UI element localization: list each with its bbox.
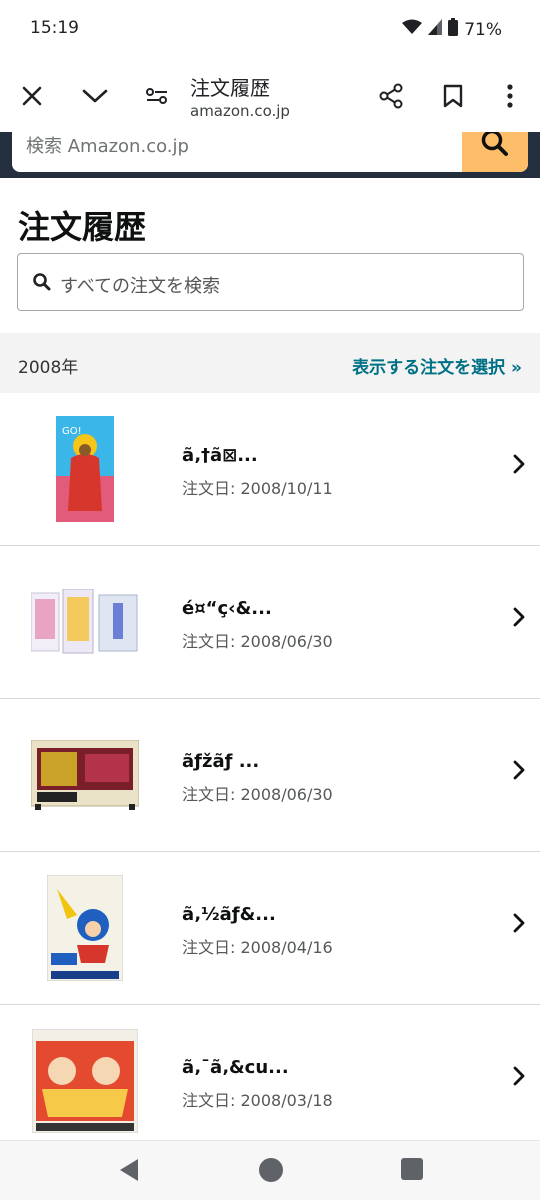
- order-date: 注文日: 2008/06/30: [182, 785, 333, 804]
- order-row[interactable]: ã‚¯ã‚&cu... 注文日: 2008/03/18: [0, 1005, 540, 1158]
- more-options-icon[interactable]: [492, 78, 528, 114]
- signal-icon: [428, 19, 443, 40]
- wifi-icon: [402, 19, 423, 40]
- amazon-search-button[interactable]: [462, 132, 528, 172]
- system-navigation-bar: [0, 1140, 540, 1200]
- search-icon: [480, 132, 510, 162]
- order-item-title: ã‚†ã⊠...: [182, 445, 258, 466]
- order-row[interactable]: ã‚½ãƒ&... 注文日: 2008/04/16: [0, 852, 540, 1005]
- order-item-title: é¤“ç‹&...: [182, 598, 272, 619]
- status-time: 15:19: [30, 18, 79, 38]
- battery-percent: 71%: [464, 19, 502, 40]
- select-orders-link[interactable]: 表示する注文を選択 »: [352, 353, 522, 378]
- order-item-title: ãƒžãƒ ...: [182, 751, 260, 772]
- recents-icon[interactable]: [400, 1157, 424, 1185]
- order-search-input[interactable]: すべての注文を検索: [17, 253, 524, 311]
- order-date: 注文日: 2008/10/11: [182, 479, 333, 498]
- chevron-right-icon: [512, 453, 526, 479]
- status-icons: 71%: [402, 18, 502, 41]
- year-filter-bar: 2008年 表示する注文を選択 »: [0, 333, 540, 393]
- chevron-right-icon: [512, 912, 526, 938]
- bookmark-icon[interactable]: [435, 78, 471, 114]
- order-item-title: ã‚¯ã‚&cu...: [182, 1057, 289, 1078]
- product-thumbnail: [26, 717, 144, 833]
- amazon-header: 検索 Amazon.co.jp: [0, 132, 540, 178]
- chevron-right-icon: [512, 759, 526, 785]
- order-search-placeholder: すべての注文を検索: [60, 276, 221, 297]
- order-date: 注文日: 2008/03/18: [182, 1091, 333, 1110]
- share-icon[interactable]: [373, 78, 409, 114]
- toolbar-url[interactable]: amazon.co.jp: [190, 102, 290, 120]
- status-bar: 15:19 71%: [0, 0, 540, 60]
- product-thumbnail: [26, 870, 144, 986]
- page-title: 注文履歴: [18, 208, 147, 246]
- product-thumbnail: [26, 564, 144, 680]
- close-icon[interactable]: [14, 78, 50, 114]
- order-list: GO! ã‚†ã⊠... 注文日: 2008/10/11 é¤“ç‹&... 注…: [0, 393, 540, 1158]
- browser-toolbar: 注文履歴 amazon.co.jp: [0, 60, 540, 132]
- order-row[interactable]: ãƒžãƒ ... 注文日: 2008/06/30: [0, 699, 540, 852]
- order-row[interactable]: é¤“ç‹&... 注文日: 2008/06/30: [0, 546, 540, 699]
- toolbar-title: 注文履歴: [190, 76, 270, 100]
- chevron-down-icon[interactable]: [77, 78, 113, 114]
- chevron-right-icon: [512, 606, 526, 632]
- svg-text:GO!: GO!: [62, 426, 82, 437]
- chevron-right-icon: [512, 1065, 526, 1091]
- order-date: 注文日: 2008/04/16: [182, 938, 333, 957]
- back-icon[interactable]: [116, 1157, 140, 1187]
- order-row[interactable]: GO! ã‚†ã⊠... 注文日: 2008/10/11: [0, 393, 540, 546]
- amazon-search-input[interactable]: 検索 Amazon.co.jp: [26, 132, 189, 158]
- year-label: 2008年: [18, 358, 79, 378]
- battery-icon: [448, 18, 459, 41]
- product-thumbnail: GO!: [26, 411, 144, 527]
- search-icon: [32, 272, 52, 296]
- page-settings-icon[interactable]: [139, 78, 175, 114]
- amazon-search-box[interactable]: 検索 Amazon.co.jp: [12, 132, 528, 172]
- order-date: 注文日: 2008/06/30: [182, 632, 333, 651]
- order-item-title: ã‚½ãƒ&...: [182, 904, 276, 925]
- product-thumbnail: [26, 1023, 144, 1139]
- home-icon[interactable]: [258, 1157, 284, 1187]
